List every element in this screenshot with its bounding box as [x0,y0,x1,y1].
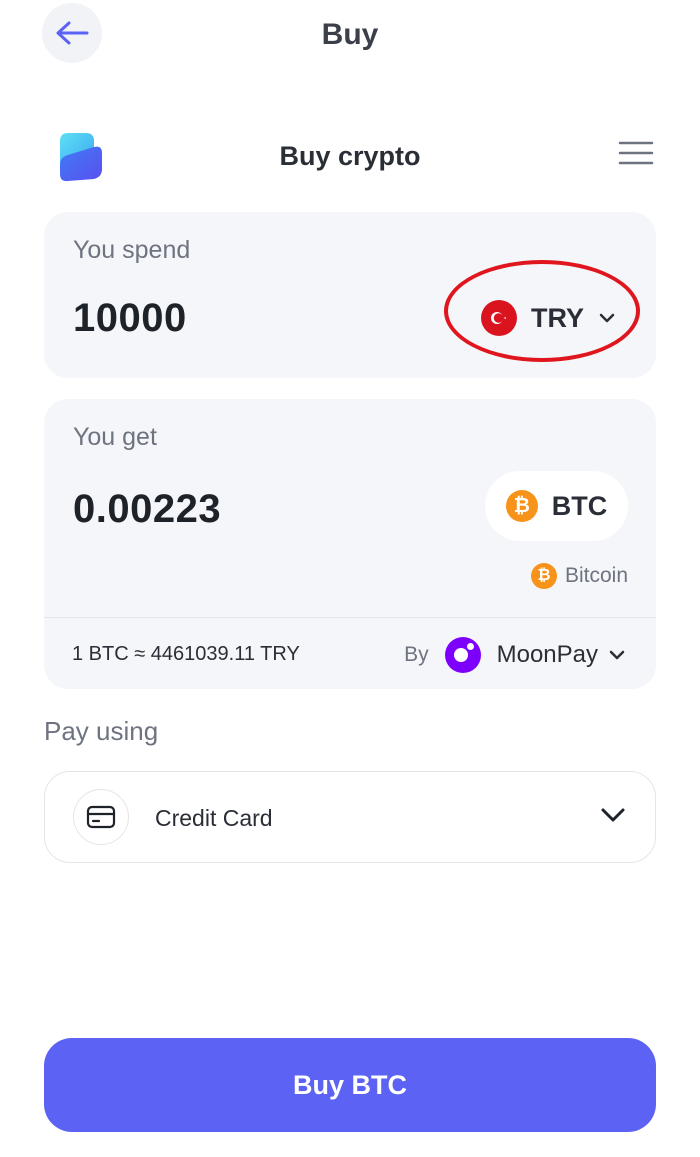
top-bar: Buy [0,0,700,80]
provider-name: MoonPay [496,641,598,668]
divider [44,617,656,618]
moonpay-logo-icon [444,637,481,673]
widget-header: Buy crypto [44,125,656,191]
hamburger-menu-icon[interactable] [618,139,654,167]
receive-card: You get 0.00223 ₿ BTC ₿ Bitcoin 1 BTC ≈ … [44,399,656,689]
spend-label: You spend [73,236,191,264]
bitcoin-icon: ₿ [530,563,557,589]
buy-button[interactable]: Buy BTC [44,1038,656,1132]
asset-select[interactable]: ₿ BTC [485,471,628,541]
asset-code: BTC [551,490,608,521]
provider-by-label: By [404,643,429,666]
chevron-down-icon [609,650,625,660]
provider-select[interactable]: By MoonPay [404,635,626,675]
asset-name-row: ₿ Bitcoin [530,563,628,589]
receive-amount: 0.00223 [73,487,222,531]
credit-card-icon [73,789,129,845]
chevron-down-icon [601,808,625,822]
pay-using-label: Pay using [44,716,159,746]
exchange-rate: 1 BTC ≈ 4461039.11 TRY [72,643,300,665]
turkey-flag-icon [481,300,517,336]
currency-select[interactable]: TRY [481,294,616,342]
payment-method-select[interactable]: Credit Card [44,771,656,863]
payment-method-label: Credit Card [155,805,273,831]
asset-name: Bitcoin [564,564,628,587]
receive-label: You get [73,423,157,451]
chevron-down-icon [599,313,615,323]
widget-title: Buy crypto [279,141,421,171]
page-title: Buy [321,18,379,51]
spend-card: You spend 10000 TRY [44,212,656,378]
currency-code: TRY [531,302,584,333]
bitcoin-icon: ₿ [505,490,538,522]
spend-amount-input[interactable]: 10000 [73,296,187,341]
